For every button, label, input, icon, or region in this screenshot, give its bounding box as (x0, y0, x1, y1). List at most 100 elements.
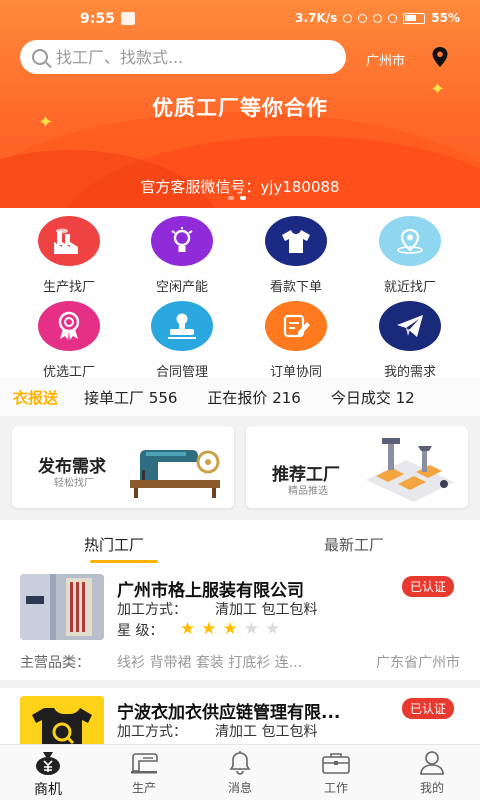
bottom-nav: 商机 生产 消息 工作 我的 (0, 744, 480, 800)
service-wechat: 官方客服微信号：yjy180088 (140, 178, 340, 196)
grid-item-label: 生产找厂 (42, 280, 95, 295)
nav-label: 我的 (419, 781, 444, 795)
stamp-icon (151, 301, 213, 351)
bluetooth-icon (343, 13, 353, 23)
star-filled-icon: ★ (222, 619, 238, 639)
network-speed: 3.7K/s (295, 11, 338, 25)
card-subtitle: 轻松找厂 (54, 478, 94, 489)
ticker-deals: 今日成交 12 (330, 388, 415, 407)
process-value: 清加工 包工包料 (215, 724, 318, 740)
nav-profile[interactable]: 我的 (384, 749, 480, 796)
process-value: 清加工 包工包料 (215, 602, 318, 618)
grid-item-my-needs[interactable]: 我的需求 (350, 301, 470, 380)
grid-item-order-collab[interactable]: 订单协同 (236, 301, 356, 380)
grid-item-idle-capacity[interactable]: 空闲产能 (122, 216, 242, 295)
verified-badge: 已认证 (401, 698, 454, 719)
battery-level: 55% (431, 11, 460, 25)
verified-badge: 已认证 (401, 576, 454, 597)
main-category-values: 线衫 背带裙 套装 打底衫 连... (117, 655, 303, 671)
user-icon (384, 749, 480, 777)
status-time: 9:55 (80, 11, 115, 27)
location-icon (379, 216, 441, 266)
active-tab-indicator (90, 560, 158, 563)
nav-business[interactable]: 商机 (0, 749, 96, 799)
grid-item-browse-order[interactable]: 看款下单 (236, 216, 356, 295)
sparkle-icon: ✦ (38, 112, 54, 133)
star-filled-icon: ★ (201, 619, 217, 639)
star-empty-icon: ★ (243, 619, 259, 639)
star-filled-icon: ★ (180, 619, 196, 639)
tab-new-factories[interactable]: 最新工厂 (324, 534, 384, 555)
search-bar[interactable] (20, 40, 346, 74)
banner-pagination (228, 196, 246, 200)
signal-icon (373, 13, 383, 23)
bell-icon (192, 749, 288, 777)
banner-slogan: 优质工厂等你合作 (152, 96, 328, 120)
rating-label: 星 级： (117, 623, 164, 639)
hero-banner[interactable]: 9:55 3.7K/s 55% 广州市 优质工厂等你合作 ✦ ✦ 官方客服微信号… (0, 0, 480, 208)
factory-list: 广州市格上服装有限公司 已认证 加工方式： 清加工 包工包料 星 级： ★ ★ ★ ★… (0, 566, 480, 744)
grid-item-contract[interactable]: 合同管理 (122, 301, 242, 380)
nav-work[interactable]: 工作 (288, 749, 384, 796)
wifi-icon (388, 13, 398, 23)
nav-label: 生产 (131, 781, 156, 795)
grid-item-label: 就近找厂 (383, 280, 436, 295)
nav-production[interactable]: 生产 (96, 749, 192, 796)
factory-photo (20, 574, 104, 640)
pagination-dot-active (240, 196, 246, 200)
status-bar: 9:55 3.7K/s 55% (0, 0, 480, 40)
nav-label: 商机 (34, 782, 62, 798)
grid-item-preferred[interactable]: 优选工厂 (9, 301, 129, 380)
grid-item-label: 看款下单 (269, 280, 322, 295)
pagination-dot (228, 196, 234, 200)
money-bag-icon (0, 749, 96, 777)
stats-ticker[interactable]: 衣报送 接单工厂 556 正在报价 216 今日成交 12 (0, 378, 480, 416)
factory-tabs: 热门工厂 最新工厂 (0, 520, 480, 566)
status-indicators: 3.7K/s 55% (295, 11, 460, 25)
ticker-tag: 衣报送 (13, 388, 59, 407)
paper-plane-icon (379, 301, 441, 351)
nav-label: 工作 (323, 781, 348, 795)
alarm-icon (358, 13, 368, 23)
factory-region: 广东省广州市 (376, 655, 460, 671)
star-empty-icon: ★ (265, 619, 281, 639)
tshirt-icon (265, 216, 327, 266)
tab-hot-factories[interactable]: 热门工厂 (84, 534, 144, 555)
grid-item-production[interactable]: 生产找厂 (9, 216, 129, 295)
nav-messages[interactable]: 消息 (192, 749, 288, 796)
notification-icon (121, 12, 135, 25)
grid-item-nearby[interactable]: 就近找厂 (350, 216, 470, 295)
card-subtitle: 精品推选 (288, 486, 328, 497)
factory-card[interactable]: 广州市格上服装有限公司 已认证 加工方式： 清加工 包工包料 星 级： ★ ★ ★ ★… (0, 566, 480, 680)
factory-name: 广州市格上服装有限公司 (117, 581, 304, 601)
nav-label: 消息 (227, 781, 252, 795)
search-icon (32, 49, 48, 65)
factory-card[interactable]: 宁波衣加衣供应链管理有限... 已认证 加工方式： 清加工 包工包料 (0, 688, 480, 744)
factory-logo (20, 696, 104, 744)
factory-line-illustration (366, 438, 454, 502)
recommend-factory-card[interactable]: 推荐工厂 精品推选 (246, 426, 468, 508)
ticker-quoting: 正在报价 216 (207, 388, 301, 407)
briefcase-icon (288, 749, 384, 777)
main-category-label: 主营品类： (20, 655, 90, 671)
process-label: 加工方式： (117, 724, 187, 740)
sewing-machine-icon (96, 749, 192, 777)
sewing-machine-illustration (130, 450, 220, 498)
grid-item-label: 空闲产能 (155, 280, 208, 295)
process-label: 加工方式： (117, 602, 187, 618)
promo-cards: 发布需求 轻松找厂 推荐工厂 精品推选 (0, 416, 480, 520)
award-icon (38, 301, 100, 351)
publish-demand-card[interactable]: 发布需求 轻松找厂 (12, 426, 234, 508)
ticker-orders: 接单工厂 556 (84, 388, 178, 407)
search-input[interactable] (56, 47, 316, 67)
feature-grid: 生产找厂 空闲产能 看款下单 就近找厂 优选工厂 合同管理 订单协同 我的需求 (0, 208, 480, 380)
city-selector[interactable]: 广州市 (366, 50, 405, 69)
factory-name: 宁波衣加衣供应链管理有限... (117, 703, 341, 723)
edit-icon (265, 301, 327, 351)
lightbulb-icon (151, 216, 213, 266)
battery-icon (403, 12, 426, 24)
location-pin-icon[interactable] (431, 46, 449, 68)
sparkle-icon: ✦ (430, 79, 446, 100)
factory-icon (38, 216, 100, 266)
star-rating: ★ ★ ★ ★ ★ (180, 619, 280, 639)
